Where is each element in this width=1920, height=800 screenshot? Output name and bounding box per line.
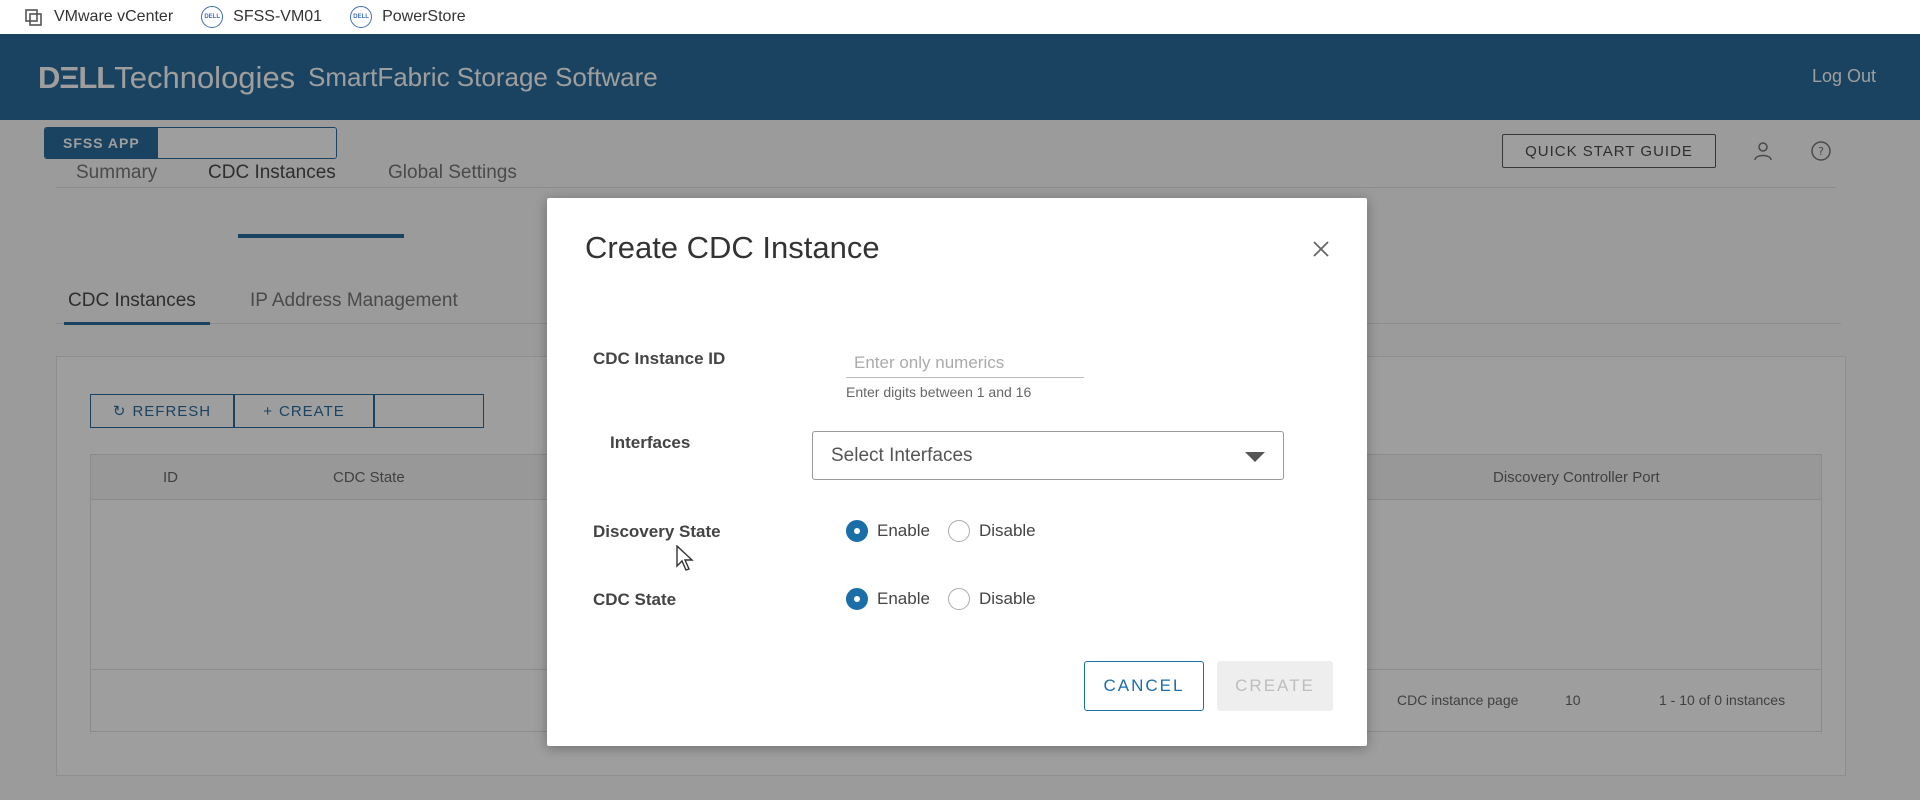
radio-label: Enable <box>877 589 930 608</box>
bookmark-vmware-vcenter[interactable]: VMware vCenter <box>22 6 173 28</box>
discovery-state-label: Discovery State <box>593 522 721 541</box>
discovery-state-disable-radio[interactable] <box>947 520 970 542</box>
mouse-cursor-icon <box>676 544 694 573</box>
interfaces-label: Interfaces <box>610 433 691 452</box>
cdc-state-label: CDC State <box>593 590 677 609</box>
discovery-state-enable-radio[interactable] <box>846 520 868 542</box>
bookmark-label: VMware vCenter <box>54 8 174 25</box>
interfaces-select-value: Select Interfaces <box>831 445 973 466</box>
cdc-state-enable-radio[interactable] <box>846 588 868 610</box>
discovery-state-radio-group: Enable Disable <box>846 520 1054 542</box>
interfaces-select[interactable]: Select Interfaces <box>812 431 1284 480</box>
bookmark-powerstore[interactable]: DELL PowerStore <box>350 6 466 28</box>
vmware-icon <box>22 6 44 28</box>
dell-icon: DELL <box>350 6 373 28</box>
create-cdc-instance-dialog: Create CDC Instance CDC Instance ID Ente… <box>547 198 1367 746</box>
cdc-instance-id-input[interactable] <box>846 348 1084 378</box>
dell-icon: DELL <box>201 6 224 28</box>
cdc-instance-id-helper: Enter digits between 1 and 16 <box>846 384 1032 400</box>
cdc-state-radio-group: Enable Disable <box>846 588 1054 610</box>
radio-label: Disable <box>978 521 1036 540</box>
dialog-title: Create CDC Instance <box>585 230 880 265</box>
cancel-button[interactable]: CANCEL <box>1084 661 1204 711</box>
close-icon[interactable] <box>1310 238 1332 260</box>
create-submit-button[interactable]: CREATE <box>1217 661 1333 711</box>
bookmarks-bar: VMware vCenter DELL SFSS-VM01 DELL Power… <box>0 0 1920 34</box>
radio-label: Enable <box>877 521 930 540</box>
cdc-instance-id-label: CDC Instance ID <box>593 349 726 368</box>
cdc-state-disable-radio[interactable] <box>947 588 970 610</box>
bookmark-label: SFSS-VM01 <box>233 8 323 25</box>
radio-label: Disable <box>978 589 1036 608</box>
bookmark-sfss-vm01[interactable]: DELL SFSS-VM01 <box>201 6 322 28</box>
bookmark-label: PowerStore <box>382 8 466 25</box>
caret-down-icon <box>1245 452 1265 462</box>
